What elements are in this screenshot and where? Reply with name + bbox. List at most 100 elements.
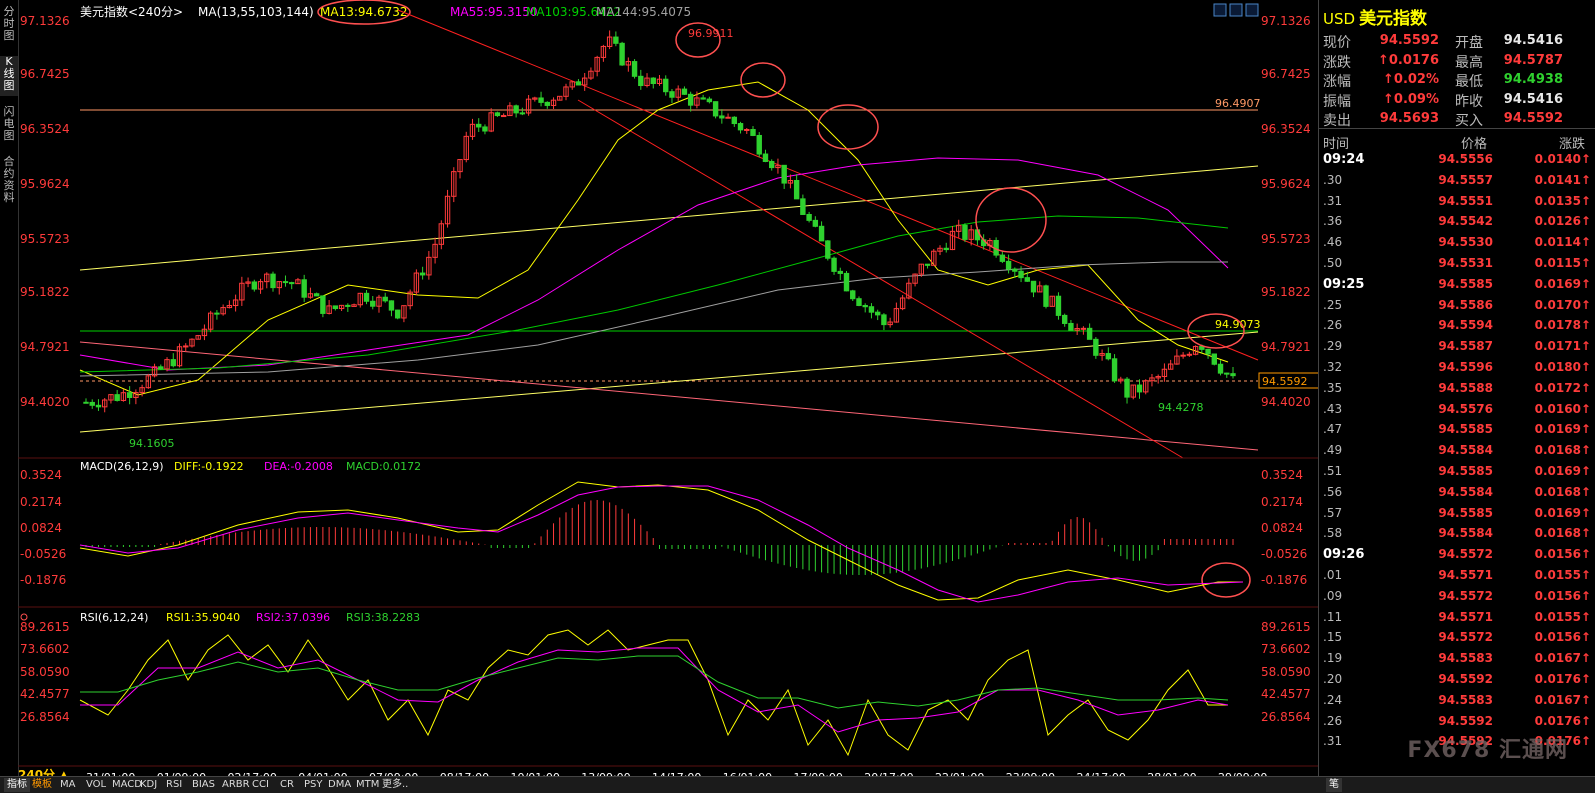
candle-body	[1105, 353, 1112, 360]
tick-row[interactable]: .25 94.5586 0.0170↑	[1319, 298, 1595, 319]
instrument-code: USD	[1323, 10, 1356, 28]
candle-body	[750, 128, 756, 136]
tab-flash-chart[interactable]: 闪电图	[0, 106, 18, 146]
tick-row[interactable]: .32 94.5596 0.0180↑	[1319, 360, 1595, 381]
indicator-tab[interactable]: MTM	[356, 778, 379, 792]
rsi-tick-right: 42.4577	[1261, 687, 1311, 701]
price-tick-left: 94.7921	[20, 340, 70, 354]
rsi-tick-left: 73.6602	[20, 642, 70, 656]
indicator-tab[interactable]: MA	[60, 778, 75, 792]
tick-price: 94.5576	[1438, 401, 1493, 416]
tick-price: 94.5583	[1438, 692, 1493, 707]
rsi-tick-right: 89.2615	[1261, 620, 1311, 634]
indicator-tab[interactable]: 指标	[4, 778, 30, 792]
tick-row[interactable]: .49 94.5584 0.0168↑	[1319, 443, 1595, 464]
indicator-tab[interactable]: KDJ	[140, 778, 157, 792]
tick-row[interactable]: 09:25 94.5585 0.0169↑	[1319, 277, 1595, 298]
indicator-tab[interactable]: CCI	[252, 778, 269, 792]
tick-price: 94.5557	[1438, 172, 1493, 187]
candle-body	[83, 401, 89, 404]
tick-row[interactable]: .47 94.5585 0.0169↑	[1319, 422, 1595, 443]
tick-price: 94.5596	[1438, 360, 1493, 374]
window-close-icon[interactable]	[1245, 3, 1259, 17]
tick-change: 0.0169↑	[1534, 505, 1591, 520]
tick-row[interactable]: .57 94.5585 0.0169↑	[1319, 506, 1595, 527]
tick-row[interactable]: .43 94.5576 0.0160↑	[1319, 402, 1595, 423]
candle-body	[482, 126, 488, 132]
tick-row[interactable]: .46 94.5530 0.0114↑	[1319, 235, 1595, 256]
price-tick-right: 95.5723	[1261, 232, 1311, 246]
tick-row[interactable]: .29 94.5587 0.0171↑	[1319, 339, 1595, 360]
indicator-tab[interactable]: MACD	[112, 778, 142, 792]
candle-body	[843, 272, 850, 292]
candle-body	[806, 213, 812, 221]
tick-row[interactable]: .58 94.5584 0.0168↑	[1319, 526, 1595, 547]
rsi-axis-left: 89.2615 73.6602 58.0590 42.4577 26.8564	[20, 620, 70, 724]
ma55-line	[79, 157, 1229, 371]
tick-row[interactable]: 09:24 94.5556 0.0140↑	[1319, 152, 1595, 173]
indicator-tab[interactable]: PSY	[304, 778, 323, 792]
candle-body	[712, 101, 719, 117]
tick-time: 09:25	[1323, 276, 1365, 292]
indicator-tab[interactable]: RSI	[166, 778, 182, 792]
price-tick-right: 94.7921	[1261, 340, 1311, 354]
kline-chart[interactable]: 美元指数<240分> MA(13,55,103,144) MA13:94.673…	[18, 0, 1318, 776]
candle-body	[388, 300, 395, 311]
tick-row[interactable]: .35 94.5588 0.0172↑	[1319, 381, 1595, 402]
tick-row[interactable]: .19 94.5583 0.0167↑	[1319, 651, 1595, 672]
tick-price: 94.5585	[1438, 464, 1493, 478]
tick-row[interactable]: 09:26 94.5572 0.0156↑	[1319, 547, 1595, 568]
rsi2-legend: RSI2:37.0396	[256, 611, 330, 624]
highlight-circle	[740, 62, 786, 98]
tab-kline[interactable]: K线图	[0, 56, 18, 96]
tick-price: 94.5530	[1438, 235, 1493, 250]
tick-time: .15	[1323, 630, 1343, 645]
tick-row[interactable]: .01 94.5571 0.0155↑	[1319, 568, 1595, 589]
tick-row[interactable]: .26 94.5594 0.0178↑	[1319, 318, 1595, 339]
quote-label: 最高	[1455, 54, 1483, 71]
long-downtrend-line	[79, 341, 1259, 451]
window-minimize-icon[interactable]	[1213, 3, 1227, 17]
tick-row[interactable]: .11 94.5571 0.0155↑	[1319, 610, 1595, 631]
tick-row[interactable]: .51 94.5585 0.0169↑	[1319, 464, 1595, 485]
tick-time: .31	[1323, 734, 1343, 749]
ma-params: MA(13,55,103,144)	[198, 5, 314, 19]
tab-timeshare[interactable]: 分时图	[0, 6, 18, 46]
macd-tick-left: -0.1876	[20, 573, 66, 587]
candle-body	[313, 293, 320, 297]
tick-row[interactable]: .15 94.5572 0.0156↑	[1319, 630, 1595, 651]
indicator-tab[interactable]: 模板	[32, 778, 52, 792]
tick-row[interactable]: .31 94.5551 0.0135↑	[1319, 194, 1595, 215]
right-panel-tab[interactable]: 笔	[1326, 778, 1342, 792]
tick-time: .30	[1323, 172, 1343, 187]
macd-axis-right: 0.3524 0.2174 0.0824 -0.0526 -0.1876	[1261, 468, 1307, 587]
tick-time: .47	[1323, 422, 1343, 437]
indicator-tab[interactable]: CR	[280, 778, 294, 792]
tick-change: 0.0156↑	[1534, 588, 1591, 603]
tick-time: .11	[1323, 609, 1343, 624]
indicator-tab[interactable]: BIAS	[192, 778, 215, 792]
candle-body	[1086, 327, 1093, 340]
quote-label: 昨收	[1455, 93, 1483, 110]
tick-row[interactable]: .09 94.5572 0.0156↑	[1319, 589, 1595, 610]
tick-row[interactable]: .50 94.5531 0.0115↑	[1319, 256, 1595, 277]
macd-tick-left: -0.0526	[20, 547, 66, 561]
tick-time: .09	[1323, 588, 1343, 603]
tick-row[interactable]: .56 94.5584 0.0168↑	[1319, 485, 1595, 506]
tick-row[interactable]: .24 94.5583 0.0167↑	[1319, 693, 1595, 714]
tick-row[interactable]: .30 94.5557 0.0141↑	[1319, 173, 1595, 194]
tick-time: .35	[1323, 380, 1343, 395]
tick-change: 0.0140↑	[1534, 152, 1591, 166]
indicator-tab[interactable]: DMA	[328, 778, 351, 792]
instrument-name: 美元指数	[1359, 9, 1428, 29]
indicator-tab[interactable]: VOL	[86, 778, 106, 792]
tick-row[interactable]: .20 94.5592 0.0176↑	[1319, 672, 1595, 693]
tick-row[interactable]: .36 94.5542 0.0126↑	[1319, 214, 1595, 235]
indicator-tab[interactable]: 更多..	[382, 778, 408, 792]
window-restore-icon[interactable]	[1229, 3, 1243, 17]
quote-value: 94.5592	[1503, 111, 1563, 126]
quote-value: 94.5787	[1503, 52, 1563, 68]
macd-tick-right: -0.0526	[1261, 547, 1307, 561]
tab-contract-info[interactable]: 合约资料	[0, 156, 18, 208]
indicator-tab[interactable]: ARBR	[222, 778, 250, 792]
